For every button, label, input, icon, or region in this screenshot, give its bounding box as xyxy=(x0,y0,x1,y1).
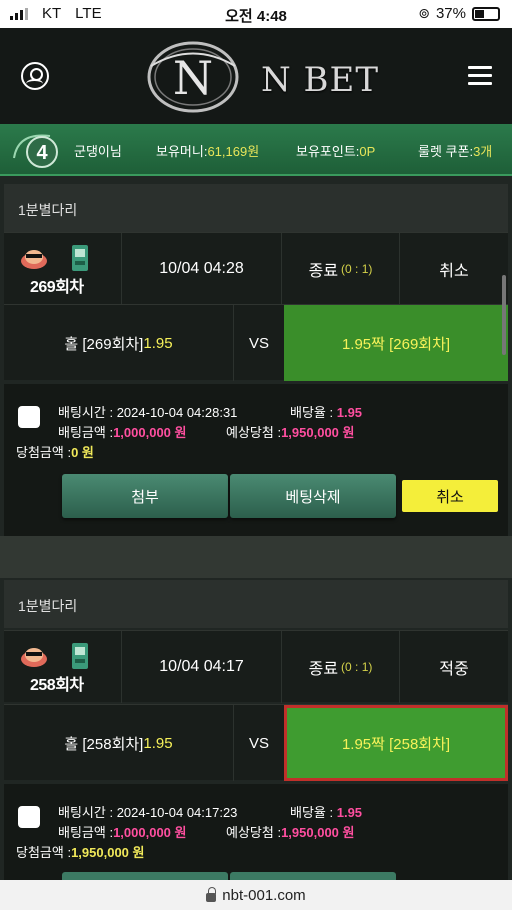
win-label: 당첨금액 : xyxy=(16,445,72,460)
score: (0 : 1) xyxy=(341,262,373,276)
money-label: 보유머니: xyxy=(156,144,208,159)
bet-detail: 배팅시간 : 2024-10-04 04:28:31 배당율 : 1.95 배팅… xyxy=(4,384,508,536)
bet-pick-row: 홀 [269회차] 1.95 VS 1.95짝 [269회차] xyxy=(4,304,508,381)
scrollbar[interactable] xyxy=(502,275,506,355)
coupon-value: 3개 xyxy=(473,144,493,159)
brand-name: N BET xyxy=(261,60,380,100)
game-status: 종료 (0 : 1) xyxy=(282,631,400,703)
score: (0 : 1) xyxy=(341,660,373,674)
user-info-bar: 4 군댕이님 보유머니:61,169원 보유포인트:0P 룰렛 쿠폰:3개 xyxy=(0,124,512,176)
odds-value: 1.95 xyxy=(336,805,363,820)
status-bar: KT LTE 오전 4:48 ⊚ 37% xyxy=(0,0,512,28)
status-label: 종료 xyxy=(308,661,339,678)
bet-round-row: 269회차 10/04 04:28 종료 (0 : 1) 취소 xyxy=(4,232,508,305)
coupon-label: 룰렛 쿠폰: xyxy=(418,144,474,159)
battery-icon xyxy=(472,6,500,21)
bet-time: 2024-10-04 04:28:31 xyxy=(116,405,238,420)
home-option: 홀 [258회차] 1.95 xyxy=(4,705,234,781)
svg-text:N: N xyxy=(173,51,213,105)
odds-value: 1.95 xyxy=(336,405,363,420)
amount-value: 1,000,000 원 xyxy=(113,425,187,440)
home-option: 홀 [269회차] 1.95 xyxy=(4,305,234,381)
lock-icon xyxy=(206,886,217,902)
round-number: 258회차 xyxy=(30,677,84,694)
svg-text:4: 4 xyxy=(36,142,48,164)
points-value: 0P xyxy=(359,144,376,159)
bet-pick-row: 홀 [258회차] 1.95 VS 1.95짝 [258회차] xyxy=(4,704,508,781)
rotation-lock-icon: ⊚ xyxy=(418,5,430,21)
browser-url-bar[interactable]: nbt-001.com xyxy=(0,880,512,910)
username: 군댕이님 xyxy=(74,144,122,159)
vs-label: VS xyxy=(248,334,269,352)
attach-button[interactable] xyxy=(62,872,228,880)
away-option-selected: 1.95짝 [269회차] xyxy=(284,305,508,381)
odds-label: 배당율 : xyxy=(290,805,334,820)
expected-value: 1,950,000 원 xyxy=(281,425,355,440)
away-option-selected: 1.95짝 [258회차] xyxy=(284,705,508,781)
bet-game-title: 1분별다리 xyxy=(4,580,508,628)
amount-value: 1,000,000 원 xyxy=(113,825,187,840)
bet-result: 취소 xyxy=(439,263,469,280)
bet-detail: 배팅시간 : 2024-10-04 04:17:23 배당율 : 1.95 배팅… xyxy=(4,784,508,880)
home-label: 홀 [258회차] xyxy=(64,735,144,753)
expected-value: 1,950,000 원 xyxy=(281,825,355,840)
bet-select-checkbox[interactable] xyxy=(18,406,40,428)
bet-result: 적중 xyxy=(439,661,469,678)
site-header: N N BET xyxy=(0,28,512,124)
attach-button[interactable]: 첨부 xyxy=(62,474,228,518)
bet-game-title: 1분별다리 xyxy=(4,184,508,232)
odds-label: 배당율 : xyxy=(290,405,334,420)
expected-label: 예상당첨 : xyxy=(226,425,282,440)
bet-round-row: 258회차 10/04 04:17 종료 (0 : 1) 적중 xyxy=(4,630,508,703)
brand-logo[interactable]: N N BET xyxy=(143,36,383,118)
money-value: 61,169원 xyxy=(207,144,260,159)
win-value: 0 원 xyxy=(71,445,94,460)
expected-label: 예상당첨 : xyxy=(226,825,282,840)
delete-bet-button[interactable] xyxy=(230,872,396,880)
game-status: 종료 (0 : 1) xyxy=(282,233,400,305)
game-character-icon xyxy=(21,245,88,271)
amount-label: 배팅금액 : xyxy=(58,825,114,840)
bet-time: 2024-10-04 04:17:23 xyxy=(116,805,238,820)
round-cell: 258회차 xyxy=(4,631,122,703)
game-character-icon xyxy=(21,643,88,669)
hamburger-menu-icon[interactable] xyxy=(468,66,492,86)
bet-time-label: 배팅시간 : xyxy=(58,405,114,420)
cancel-bet-button[interactable]: 취소 xyxy=(402,480,498,512)
home-label: 홀 [269회차] xyxy=(64,335,144,353)
user-profile-icon[interactable] xyxy=(21,62,49,90)
bet-datetime: 10/04 04:17 xyxy=(122,631,282,703)
delete-bet-button[interactable]: 베팅삭제 xyxy=(230,474,396,518)
battery-percent: 37% xyxy=(435,5,466,22)
points-label: 보유포인트: xyxy=(296,144,360,159)
bet-select-checkbox[interactable] xyxy=(18,806,40,828)
level-badge-icon: 4 xyxy=(13,134,58,168)
url-text: nbt-001.com xyxy=(222,886,306,904)
home-odds: 1.95 xyxy=(143,334,173,352)
win-value: 1,950,000 원 xyxy=(71,845,145,860)
logo-emblem-icon: N xyxy=(147,41,239,113)
vs-label: VS xyxy=(248,734,269,752)
status-label: 종료 xyxy=(308,263,339,280)
round-number: 269회차 xyxy=(30,279,84,296)
amount-label: 배팅금액 : xyxy=(58,425,114,440)
round-cell: 269회차 xyxy=(4,233,122,305)
win-label: 당첨금액 : xyxy=(16,845,72,860)
bet-time-label: 배팅시간 : xyxy=(58,805,114,820)
home-odds: 1.95 xyxy=(143,734,173,752)
bet-datetime: 10/04 04:28 xyxy=(122,233,282,305)
